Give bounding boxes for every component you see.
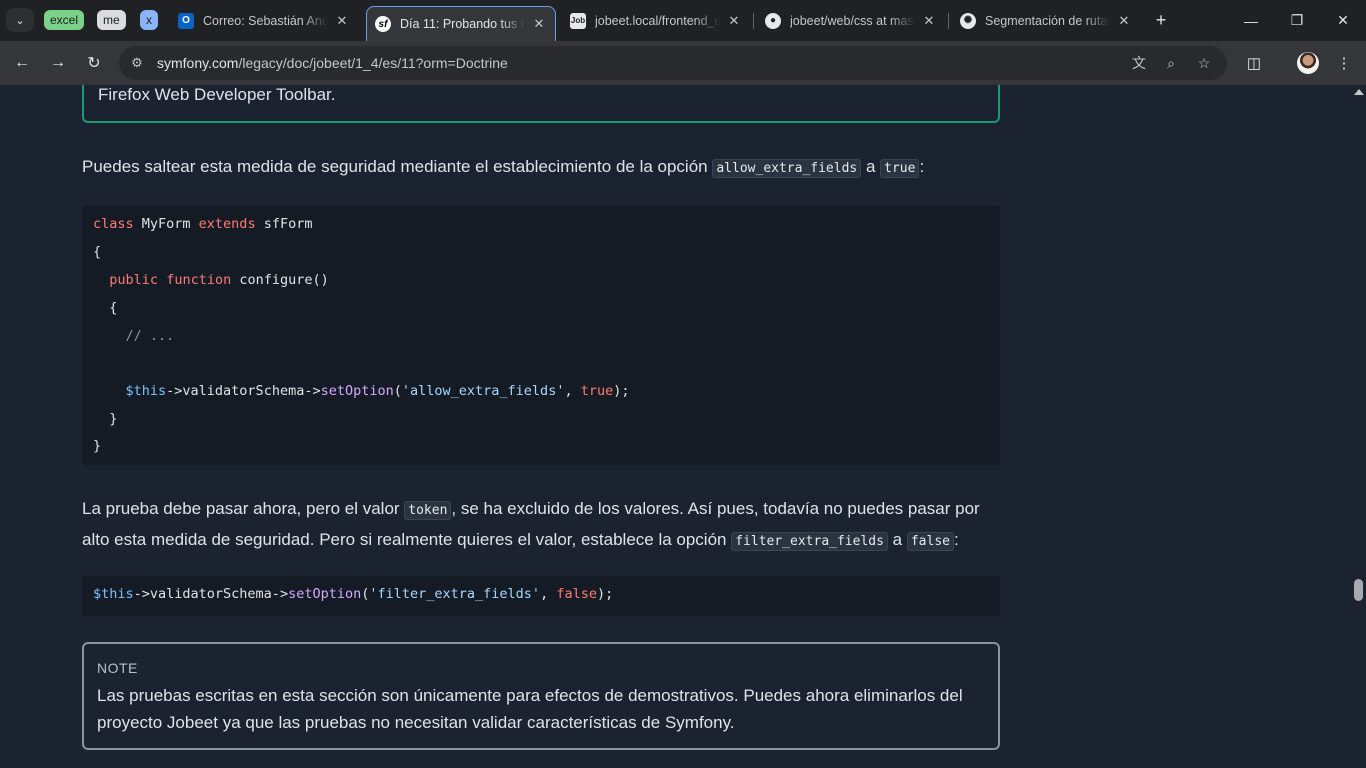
code-line: public function configure() [109,272,329,288]
scroll-up-icon[interactable] [1354,89,1364,95]
tab-group-x[interactable]: x [140,10,158,30]
more-vertical-icon: ⋮ [1336,55,1352,72]
tab-separator [753,13,754,29]
tab-github[interactable]: ● jobeet/web/css at master ✕ [757,7,945,34]
plus-icon: + [1155,10,1167,30]
note-text: Las pruebas escritas en esta sección son… [97,686,963,732]
note-box: NOTE Las pruebas escritas en esta secció… [82,642,1000,750]
code-line: class MyForm extends sfForm [93,216,313,232]
code-line: // ... [93,328,175,344]
tab-group-excel[interactable]: excel [44,10,85,30]
arrow-left-icon: ← [14,54,30,71]
close-icon[interactable]: ✕ [726,13,742,29]
note-heading: NOTE [97,660,138,676]
close-icon: ✕ [1337,12,1349,28]
bookmark-star-icon[interactable]: ☆ [1195,54,1213,72]
translate-icon[interactable]: 文 [1130,54,1148,72]
close-icon[interactable]: ✕ [334,13,350,29]
tip-text: Firefox Web Developer Toolbar. [98,85,336,104]
symfony-icon: sf [375,16,391,32]
browser-toolbar: ← → ↻ ⚙ symfony.com/legacy/doc/jobeet/1_… [0,41,1366,85]
outlook-icon: O [178,12,194,29]
code-line: { [93,300,118,316]
page-scrollbar[interactable] [1351,85,1366,768]
scroll-thumb[interactable] [1354,579,1363,601]
inline-code: false [906,532,954,551]
close-window-button[interactable]: ✕ [1320,0,1366,41]
code-line: } [93,411,118,427]
minimize-icon: — [1244,12,1258,29]
tab-strip: ⌄ excel me x O Correo: Sebastián Andrés … [0,0,1366,41]
tab-search-button[interactable]: ⌄ [6,8,34,32]
address-bar[interactable]: ⚙ symfony.com/legacy/doc/jobeet/1_4/es/1… [119,46,1227,80]
close-icon[interactable]: ✕ [531,16,547,32]
new-tab-button[interactable]: + [1150,9,1172,31]
url-text[interactable]: symfony.com/legacy/doc/jobeet/1_4/es/11?… [157,55,508,71]
code-line: $this->validatorSchema->setOption('allow… [125,383,630,399]
forward-button[interactable]: → [44,49,72,77]
inline-code: filter_extra_fields [731,532,888,551]
minimize-button[interactable]: — [1228,0,1274,41]
close-icon[interactable]: ✕ [1116,13,1132,29]
tab-separator [948,13,949,29]
paragraph-allow-extra-fields: Puedes saltear esta medida de seguridad … [82,157,925,178]
reload-icon: ↻ [87,55,101,72]
inline-code: true [880,159,920,178]
tab-outlook[interactable]: O Correo: Sebastián Andrés ✕ [170,7,358,34]
inline-code: token [404,501,452,520]
avatar[interactable] [1297,52,1319,74]
inline-code: allow_extra_fields [712,159,862,178]
openai-icon: ✺ [960,12,976,29]
zoom-icon[interactable]: ⌕ [1162,54,1180,72]
code-line: } [93,438,102,454]
tab-chatgpt[interactable]: ✺ Segmentación de rutas ✕ [952,7,1140,34]
tab-symfony[interactable]: sf Día 11: Probando tus Formularios ✕ [366,6,556,41]
close-icon[interactable]: ✕ [921,13,937,29]
reload-button[interactable]: ↻ [80,49,108,77]
extensions-button[interactable]: ◫ [1240,49,1268,77]
back-button[interactable]: ← [8,49,36,77]
menu-button[interactable]: ⋮ [1330,49,1358,77]
tab-jobeet[interactable]: Job jobeet.local/frontend_dev.php ✕ [562,7,750,34]
code-block-filter: $this->validatorSchema->setOption('filte… [82,576,1000,616]
code-line: { [93,244,102,260]
github-icon: ● [765,12,781,29]
site-settings-icon[interactable]: ⚙ [129,55,145,71]
tab-group-me[interactable]: me [97,10,126,30]
restore-button[interactable]: ❐ [1274,0,1320,41]
paragraph-filter-extra-fields: La prueba debe pasar ahora, pero el valo… [82,499,980,551]
tip-box: Firefox Web Developer Toolbar. [82,85,1000,123]
code-line: $this->validatorSchema->setOption('filte… [93,586,614,602]
page-viewport: Firefox Web Developer Toolbar. Puedes sa… [0,85,1351,768]
jobeet-icon: Job [570,12,586,29]
code-block-myform: class MyForm extends sfForm { public fun… [82,206,1000,465]
restore-icon: ❐ [1290,12,1304,28]
arrow-right-icon: → [50,54,66,71]
chevron-down-icon: ⌄ [15,14,25,27]
puzzle-icon: ◫ [1246,55,1262,72]
